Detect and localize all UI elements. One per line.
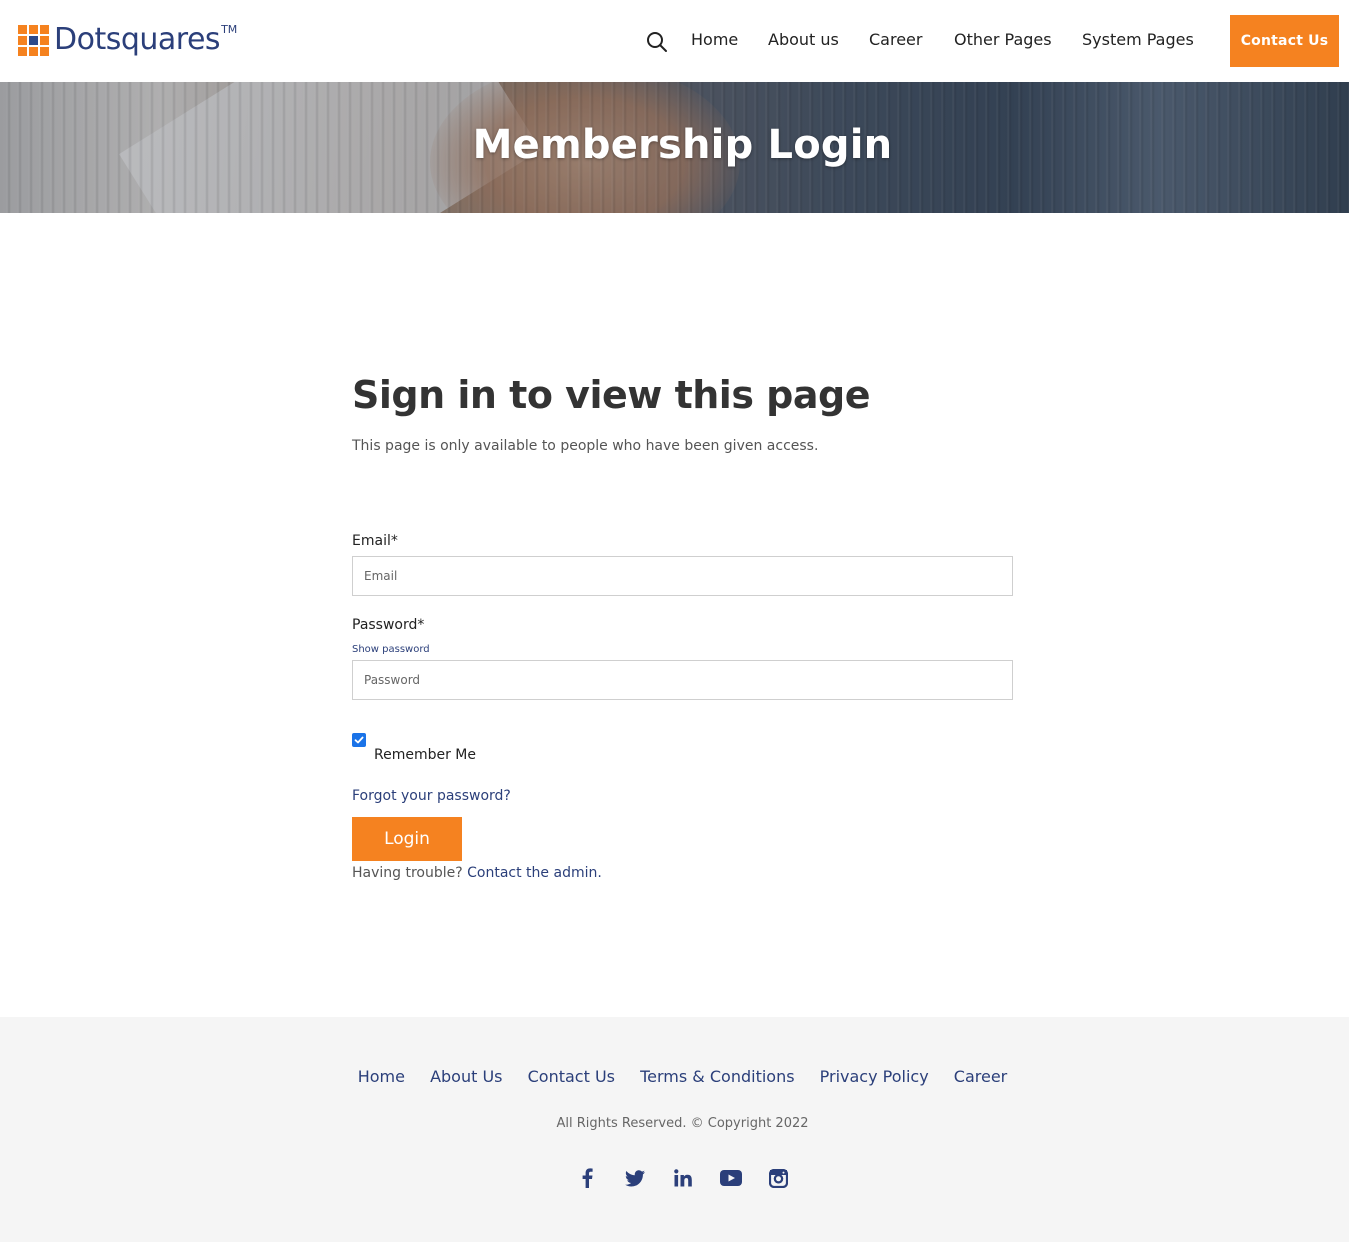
footer-link-career[interactable]: Career: [954, 1067, 1007, 1086]
contact-us-button[interactable]: Contact Us: [1230, 15, 1339, 67]
facebook-icon[interactable]: [576, 1167, 598, 1189]
contact-admin-link[interactable]: Contact the admin.: [467, 865, 602, 881]
site-footer: Home About Us Contact Us Terms & Conditi…: [0, 1017, 1349, 1242]
footer-link-contact-us[interactable]: Contact Us: [528, 1067, 615, 1086]
logo-text: Dotsquares: [54, 22, 221, 57]
copyright-text: All Rights Reserved. © Copyright 2022: [556, 1116, 809, 1131]
instagram-icon[interactable]: [768, 1167, 790, 1189]
logo-trademark: TM: [221, 23, 238, 36]
logo[interactable]: Dotsquares TM: [18, 20, 237, 60]
nav-home[interactable]: Home: [691, 30, 738, 49]
password-label: Password*: [352, 617, 425, 633]
page-title: Membership Login: [472, 122, 893, 168]
nav-about-us[interactable]: About us: [768, 30, 839, 49]
login-heading: Sign in to view this page: [352, 373, 871, 417]
nav-career[interactable]: Career: [869, 30, 922, 49]
social-links: [0, 1167, 1349, 1189]
footer-link-home[interactable]: Home: [358, 1067, 405, 1086]
trouble-label: Having trouble?: [352, 865, 463, 881]
email-field[interactable]: [352, 556, 1013, 596]
show-password-link[interactable]: Show password: [352, 644, 430, 655]
footer-link-terms[interactable]: Terms & Conditions: [640, 1067, 794, 1086]
search-icon[interactable]: [646, 31, 668, 53]
nav-other-pages[interactable]: Other Pages: [954, 30, 1052, 49]
email-label: Email*: [352, 533, 398, 549]
youtube-icon[interactable]: [719, 1167, 742, 1189]
logo-mark: [18, 25, 49, 56]
remember-me-label: Remember Me: [374, 747, 476, 763]
page-banner: Membership Login: [0, 82, 1349, 213]
twitter-icon[interactable]: [624, 1167, 646, 1189]
login-button[interactable]: Login: [352, 817, 462, 861]
remember-me-checkbox[interactable]: [352, 733, 366, 747]
having-trouble-text: Having trouble? Contact the admin.: [352, 865, 602, 881]
site-header: Dotsquares TM Home About us Career Other…: [0, 0, 1349, 82]
forgot-password-link[interactable]: Forgot your password?: [352, 788, 511, 804]
footer-links: Home About Us Contact Us Terms & Conditi…: [0, 1067, 1349, 1086]
footer-link-privacy[interactable]: Privacy Policy: [820, 1067, 929, 1086]
footer-link-about-us[interactable]: About Us: [430, 1067, 502, 1086]
linkedin-icon[interactable]: [672, 1167, 694, 1189]
nav-system-pages[interactable]: System Pages: [1082, 30, 1194, 49]
login-subtext: This page is only available to people wh…: [352, 438, 819, 454]
password-field[interactable]: [352, 660, 1013, 700]
